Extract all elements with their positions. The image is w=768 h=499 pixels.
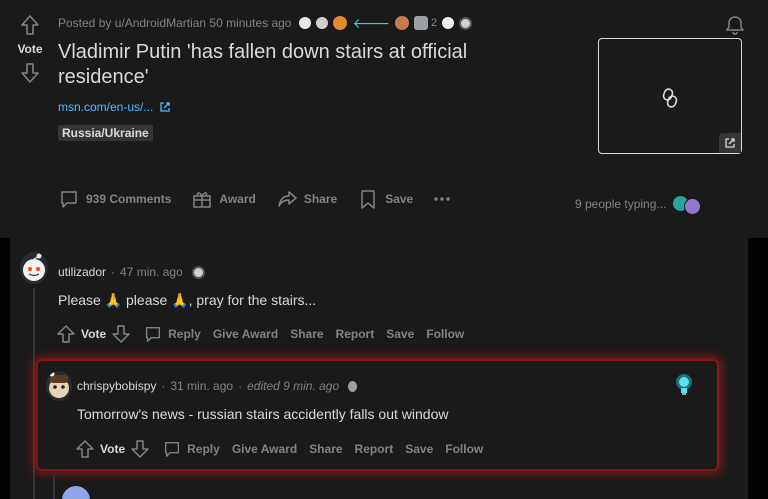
share-label: Share — [303, 192, 338, 206]
silver-award-icon — [459, 16, 473, 30]
post-vote-column: Vote — [12, 14, 48, 84]
comment-icon — [61, 191, 77, 208]
avatar[interactable] — [20, 252, 48, 284]
give-award-button[interactable]: Give Award — [213, 327, 278, 341]
share-button[interactable]: Share — [276, 188, 337, 210]
comment-edited: edited 9 min. ago — [247, 379, 340, 393]
comment-username[interactable]: chrispybobispy — [77, 379, 156, 393]
avatar[interactable] — [46, 371, 72, 401]
award-icon — [333, 16, 348, 30]
comment-actions: Vote Reply Give Award Share Report Save … — [56, 324, 464, 344]
avatar[interactable] — [62, 486, 90, 499]
post-title[interactable]: Vladimir Putin 'has fallen down stairs a… — [58, 40, 528, 90]
bell-icon[interactable] — [724, 14, 746, 36]
follow-button[interactable]: Follow — [445, 442, 483, 456]
silver-award-icon — [191, 265, 205, 279]
more-icon — [434, 197, 450, 201]
comment-vote: Vote — [56, 324, 131, 344]
separator: · — [238, 379, 243, 393]
comment-body: Please 🙏 please 🙏, pray for the stairs..… — [58, 292, 317, 308]
arrow-award-icon: 🡐 — [352, 15, 391, 31]
post-actions: 939 Comments Award Share Save — [58, 188, 451, 210]
share-button[interactable]: Share — [290, 327, 323, 341]
comment-body: Tomorrow's news - russian stairs acciden… — [77, 406, 449, 422]
lightbulb-icon[interactable] — [675, 373, 693, 397]
vote-label: Vote — [17, 42, 43, 56]
post-card: Vote Posted by u/AndroidMartian 50 minut… — [0, 0, 768, 238]
comment-time[interactable]: 31 min. ago — [170, 379, 233, 393]
comment-time[interactable]: 47 min. ago — [120, 265, 183, 279]
separator: · — [111, 265, 116, 279]
upvote-icon[interactable] — [56, 324, 76, 344]
separator: · — [161, 379, 166, 393]
posted-by-text[interactable]: Posted by u/AndroidMartian 50 minutes ag… — [58, 16, 291, 30]
thread-line[interactable] — [33, 288, 35, 499]
comments-count: 939 Comments — [86, 192, 172, 206]
link-thumbnail[interactable] — [598, 38, 742, 154]
avatar — [684, 198, 702, 215]
award-icon — [299, 17, 312, 29]
comments-button[interactable]: 939 Comments — [58, 188, 171, 210]
save-button[interactable]: Save — [386, 327, 414, 341]
give-award-button[interactable]: Give Award — [232, 442, 297, 456]
comment-icon — [165, 441, 180, 457]
award-button[interactable]: Award — [191, 188, 256, 210]
save-icon — [361, 190, 375, 209]
save-button[interactable]: Save — [357, 188, 413, 210]
comment-header: utilizador · 47 min. ago — [58, 265, 205, 279]
comment-icon — [146, 326, 161, 342]
award-icon — [348, 380, 358, 392]
reply-label: Reply — [187, 442, 220, 456]
report-button[interactable]: Report — [336, 327, 375, 341]
award-label: Award — [219, 192, 256, 206]
share-icon — [278, 191, 297, 207]
snoo-avatar-icon — [23, 253, 45, 281]
post-link-text[interactable]: msn.com/en-us/... — [58, 100, 153, 114]
award-count: 2 — [431, 17, 438, 29]
more-options-button[interactable] — [433, 188, 451, 210]
thumbnail-external-button[interactable] — [719, 133, 741, 153]
save-button[interactable]: Save — [405, 442, 433, 456]
external-link-icon — [725, 138, 735, 148]
thread-line[interactable] — [53, 474, 55, 499]
follow-button[interactable]: Follow — [426, 327, 464, 341]
award-icon — [442, 17, 455, 29]
post-link[interactable]: msn.com/en-us/... — [58, 100, 171, 114]
comment-actions: Vote Reply Give Award Share Report Save … — [75, 439, 483, 459]
snoo-avatar-icon — [49, 371, 69, 398]
vote-label: Vote — [100, 442, 126, 456]
share-button[interactable]: Share — [309, 442, 342, 456]
comments-section: utilizador · 47 min. ago Please 🙏 please… — [10, 238, 748, 499]
link-icon — [662, 88, 678, 108]
external-link-icon — [160, 102, 171, 112]
reply-label: Reply — [168, 327, 201, 341]
reply-button[interactable]: Reply — [143, 324, 201, 344]
comment-username[interactable]: utilizador — [58, 265, 106, 279]
comment-vote: Vote — [75, 439, 150, 459]
award-list[interactable]: 🡐 2 — [299, 15, 473, 31]
downvote-icon[interactable] — [20, 62, 40, 84]
award-icon — [414, 16, 429, 30]
award-icon — [395, 16, 410, 30]
upvote-icon[interactable] — [75, 439, 95, 459]
vote-label: Vote — [81, 327, 107, 341]
award-icon — [316, 17, 329, 29]
reply-button[interactable]: Reply — [162, 439, 220, 459]
highlighted-comment: chrispybobispy · 31 min. ago · edited 9 … — [36, 359, 719, 471]
report-button[interactable]: Report — [355, 442, 394, 456]
award-icon — [193, 192, 212, 208]
downvote-icon[interactable] — [130, 439, 150, 459]
upvote-icon[interactable] — [20, 14, 40, 36]
post-flair[interactable]: Russia/Ukraine — [58, 125, 153, 141]
typing-text: 9 people typing... — [575, 197, 667, 211]
post-meta: Posted by u/AndroidMartian 50 minutes ag… — [58, 15, 473, 31]
save-label: Save — [385, 192, 414, 206]
typing-avatars — [672, 194, 706, 215]
comment-header: chrispybobispy · 31 min. ago · edited 9 … — [77, 379, 358, 393]
downvote-icon[interactable] — [111, 324, 131, 344]
typing-indicator: 9 people typing... — [575, 194, 706, 215]
